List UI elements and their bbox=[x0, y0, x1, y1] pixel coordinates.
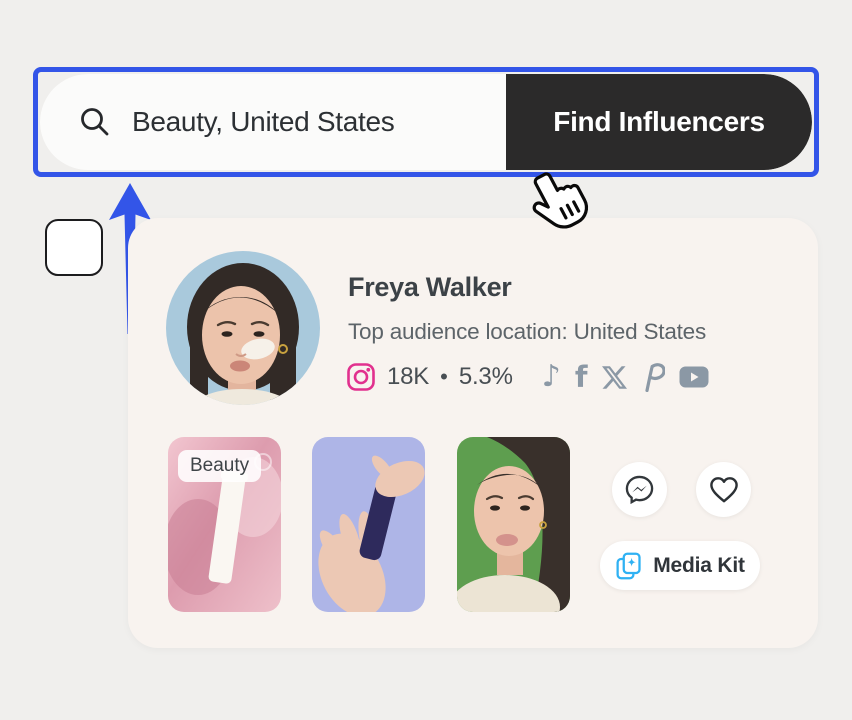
search-input[interactable]: Beauty, United States bbox=[40, 74, 506, 170]
search-query-text: Beauty, United States bbox=[132, 106, 394, 138]
find-influencers-button[interactable]: Find Influencers bbox=[506, 74, 812, 170]
follower-count: 18K bbox=[387, 363, 429, 391]
category-tag: Beauty bbox=[178, 450, 261, 482]
media-kit-icon bbox=[615, 551, 643, 581]
tiktok-icon: ♪ bbox=[542, 362, 561, 392]
influencer-card: Freya Walker Top audience location: Unit… bbox=[128, 218, 818, 648]
search-icon bbox=[78, 105, 112, 139]
engagement-rate: 5.3% bbox=[459, 363, 513, 391]
select-checkbox[interactable] bbox=[45, 219, 103, 276]
avatar-photo bbox=[166, 251, 320, 405]
pinterest-icon bbox=[641, 362, 665, 392]
content-thumbnail-portrait[interactable] bbox=[457, 437, 570, 612]
stat-separator: • bbox=[440, 364, 448, 390]
audience-location: Top audience location: United States bbox=[348, 319, 706, 345]
message-button[interactable] bbox=[612, 462, 667, 517]
thumbnail-photo-lavender bbox=[312, 437, 425, 612]
influencer-name: Freya Walker bbox=[348, 272, 512, 303]
heart-icon bbox=[709, 476, 739, 504]
media-kit-button[interactable]: Media Kit bbox=[600, 541, 760, 590]
youtube-icon bbox=[679, 366, 709, 388]
platform-icons: ♪ f bbox=[542, 362, 709, 392]
search-bar: Beauty, United States Find Influencers bbox=[40, 74, 812, 170]
x-icon bbox=[602, 365, 627, 390]
messenger-icon bbox=[624, 474, 655, 505]
search-bar-highlight: Beauty, United States Find Influencers bbox=[33, 67, 819, 177]
media-kit-label: Media Kit bbox=[653, 554, 745, 578]
instagram-icon bbox=[346, 362, 376, 392]
content-thumbnail-beauty[interactable]: Beauty bbox=[168, 437, 281, 612]
thumbnail-photo-green bbox=[457, 437, 570, 612]
stats-row: 18K • 5.3% ♪ f bbox=[346, 362, 709, 392]
favorite-button[interactable] bbox=[696, 462, 751, 517]
facebook-icon: f bbox=[575, 362, 588, 392]
content-thumbnail-serum[interactable] bbox=[312, 437, 425, 612]
avatar bbox=[166, 251, 320, 405]
